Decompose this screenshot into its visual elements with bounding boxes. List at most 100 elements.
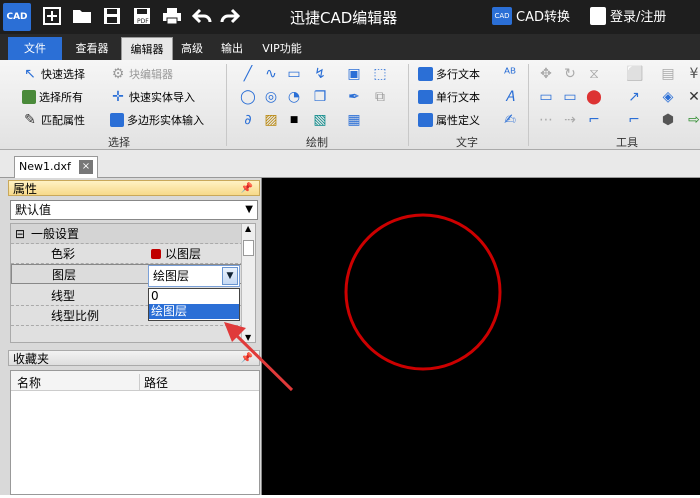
document-tab[interactable]: New1.dxf ×	[14, 156, 98, 178]
dimension-icon[interactable]: ↗	[626, 89, 642, 105]
circle-icon[interactable]: ◯	[240, 89, 256, 105]
quick-select-label: 快速选择	[41, 68, 85, 81]
window-icon[interactable]: ▭	[538, 89, 554, 105]
save-icon[interactable]	[100, 4, 124, 28]
pin-icon[interactable]: 📌	[241, 181, 253, 197]
block-editor-button[interactable]: ⚙ 块编辑器	[110, 66, 173, 82]
document-tab-bar: New1.dxf ×	[0, 150, 700, 178]
quick-select-button[interactable]: ↖ 快速选择	[22, 66, 85, 82]
scroll-down-icon[interactable]: ▼	[245, 333, 251, 342]
image-icon[interactable]: ▧	[312, 112, 328, 128]
save-as-icon[interactable]: PDF	[130, 4, 154, 28]
polyline-icon[interactable]: ∿	[263, 66, 279, 82]
layer-icon[interactable]: ◈	[660, 89, 676, 105]
text-group-label: 文字	[456, 136, 478, 149]
text-icon	[418, 90, 433, 104]
point-icon[interactable]: ■	[286, 112, 302, 128]
drawing-canvas[interactable]	[262, 178, 700, 495]
currency-icon[interactable]: ¥	[686, 66, 700, 82]
rotate-icon[interactable]: ↻	[562, 66, 578, 82]
hatch-edit-icon[interactable]: ⧉	[372, 89, 388, 105]
column-name[interactable]: 名称	[17, 374, 41, 391]
cad-convert-button[interactable]: CAD CAD转换	[492, 6, 570, 25]
cross-icon[interactable]: ✕	[686, 89, 700, 105]
table-icon[interactable]: ▦	[346, 112, 362, 128]
hatch-icon[interactable]: ▨	[263, 112, 279, 128]
layer-combobox[interactable]: 绘图层 ▼	[148, 265, 240, 287]
print-icon[interactable]	[160, 4, 184, 28]
property-row-color[interactable]: 色彩 以图层	[11, 244, 243, 264]
chevron-down-icon[interactable]: ▼	[222, 267, 238, 285]
scale-icon[interactable]: ⬜	[626, 66, 643, 82]
tab-output[interactable]: 输出	[216, 37, 248, 60]
group-icon[interactable]: ⬢	[660, 112, 676, 128]
text-style-icon[interactable]: ᴬᴮ	[502, 66, 518, 82]
column-path[interactable]: 路径	[139, 374, 168, 391]
color-picker-icon[interactable]: ⬤	[586, 89, 602, 105]
tab-viewer[interactable]: 查看器	[66, 37, 118, 60]
fillet-icon[interactable]: ⌐	[586, 112, 602, 128]
arc-icon[interactable]: ◔	[286, 89, 302, 105]
properties-selector-value: 默认值	[15, 203, 52, 217]
property-key: 线型	[51, 289, 76, 303]
frame-icon[interactable]: ▭	[562, 89, 578, 105]
text-edit-icon[interactable]: ✍	[502, 112, 518, 128]
properties-selector[interactable]: 默认值 ▼	[10, 200, 258, 220]
drawn-circle[interactable]	[344, 213, 502, 371]
attribute-definition-label: 属性定义	[436, 114, 480, 127]
mirror-icon[interactable]: ⧖	[586, 66, 602, 82]
scroll-up-icon[interactable]: ▲	[245, 224, 251, 233]
new-file-icon[interactable]	[40, 4, 64, 28]
line-icon[interactable]: ╱	[240, 66, 256, 82]
rectangle-icon[interactable]: ▭	[286, 66, 302, 82]
favorites-table: 名称 路径	[10, 370, 260, 495]
copy-icon[interactable]: ❐	[312, 89, 328, 105]
open-folder-icon[interactable]	[70, 4, 94, 28]
move-icon[interactable]: ✥	[538, 66, 554, 82]
tab-editor[interactable]: 编辑器	[121, 37, 173, 60]
layer-option-0[interactable]: 0	[149, 289, 239, 304]
match-properties-label: 匹配属性	[41, 114, 85, 127]
collapse-icon[interactable]: ⊟	[15, 224, 25, 244]
match-properties-button[interactable]: ✎ 匹配属性	[22, 112, 85, 128]
cursor-icon: ↖	[24, 66, 36, 82]
quick-entity-import-button[interactable]: ✛ 快速实体导入	[110, 89, 195, 105]
svg-text:PDF: PDF	[137, 18, 149, 25]
pen-icon[interactable]: ✒	[346, 89, 362, 105]
freehand-icon[interactable]: ∂	[240, 112, 256, 128]
region-icon[interactable]: ⬚	[372, 66, 388, 82]
ribbon-separator	[528, 64, 529, 146]
menu-bar: 文件 查看器 编辑器 高级 输出 VIP功能	[0, 34, 700, 60]
redo-icon[interactable]	[218, 4, 242, 28]
tab-advanced[interactable]: 高级	[176, 37, 208, 60]
block-icon: ⚙	[111, 66, 125, 82]
extend-icon[interactable]: ⇢	[562, 112, 578, 128]
layer-option-drawing[interactable]: 绘图层	[149, 304, 239, 319]
close-icon[interactable]: ×	[79, 160, 93, 174]
properties-header: 属性 📌	[8, 180, 260, 196]
attribute-definition-button[interactable]: 属性定义	[418, 112, 480, 128]
single-line-text-label: 单行文本	[436, 91, 480, 104]
select-all-label: 选择所有	[39, 91, 83, 104]
tab-vip[interactable]: VIP功能	[258, 37, 306, 60]
polygon-entity-input-button[interactable]: 多边形实体输入	[110, 112, 204, 128]
select-all-button[interactable]: 选择所有	[22, 89, 83, 105]
select-group-label: 选择	[108, 136, 130, 149]
undo-icon[interactable]	[190, 4, 214, 28]
login-button[interactable]: 登录/注册	[590, 6, 666, 25]
array-icon[interactable]: ▤	[660, 66, 676, 82]
chamfer-icon[interactable]: ⌐	[626, 112, 642, 128]
ellipse-icon[interactable]: ◎	[263, 89, 279, 105]
block-insert-icon[interactable]: ▣	[346, 66, 362, 82]
spline-icon[interactable]: ↯	[312, 66, 328, 82]
export-icon[interactable]: ⇨	[686, 112, 700, 128]
scroll-thumb[interactable]	[243, 240, 254, 256]
section-general[interactable]: ⊟ 一般设置	[11, 224, 243, 244]
tab-file[interactable]: 文件	[8, 37, 62, 60]
multiline-text-button[interactable]: 多行文本	[418, 66, 480, 82]
pin-icon[interactable]: 📌	[241, 351, 253, 367]
trim-icon[interactable]: ⋯	[538, 112, 554, 128]
single-line-text-button[interactable]: 单行文本	[418, 89, 480, 105]
property-scrollbar[interactable]: ▲ ▼	[241, 224, 255, 342]
text-font-icon[interactable]: 𝐴	[502, 89, 518, 105]
